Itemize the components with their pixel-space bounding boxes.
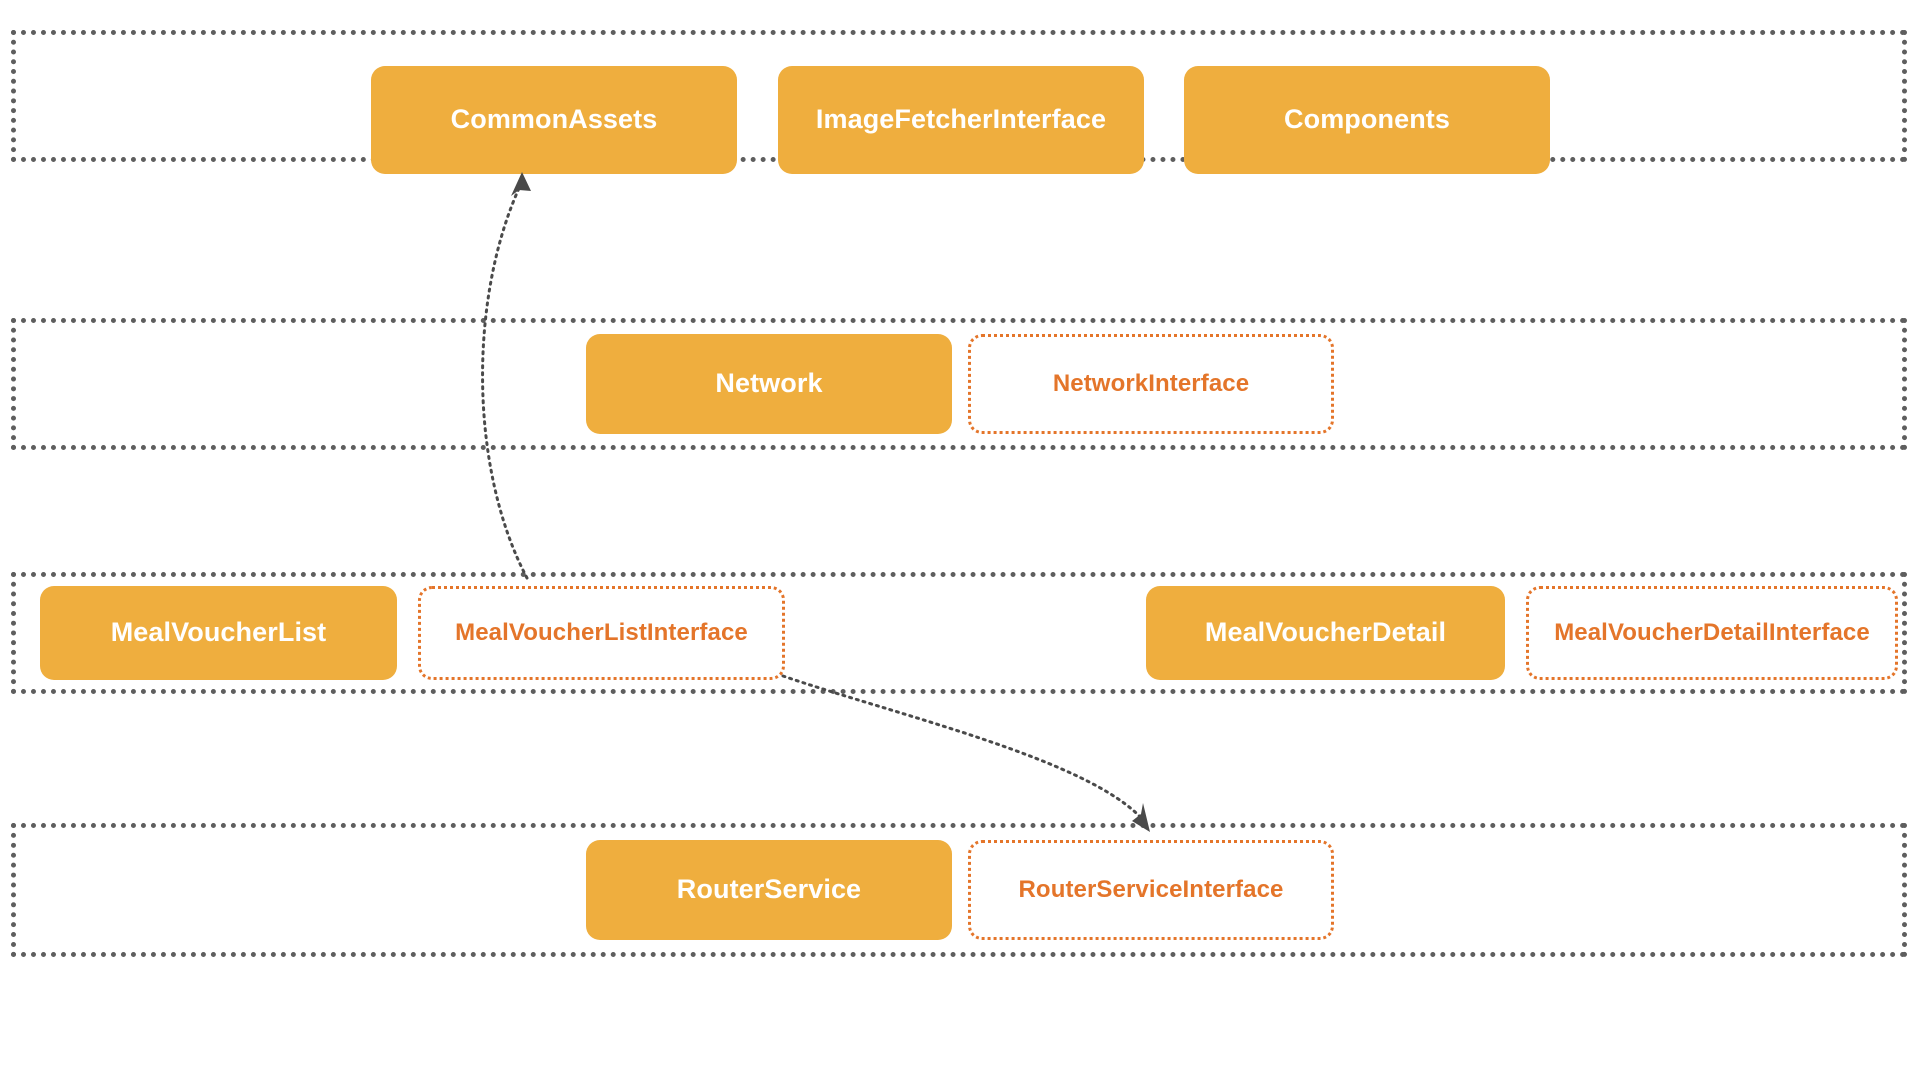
node-meal-voucher-detail[interactable]: MealVoucherDetail [1146,586,1505,680]
node-components[interactable]: Components [1184,66,1550,174]
node-label-image-fetcher-interface: ImageFetcherInterface [815,104,1107,135]
node-meal-voucher-list[interactable]: MealVoucherList [40,586,397,680]
node-label-meal-voucher-list-interface: MealVoucherListInterface [455,619,748,647]
layer-router [11,823,1907,957]
node-image-fetcher-interface[interactable]: ImageFetcherInterface [778,66,1144,174]
node-label-common-assets: CommonAssets [450,104,658,135]
node-label-router-service-interface: RouterServiceInterface [1018,876,1284,904]
node-label-meal-voucher-detail-interface: MealVoucherDetailInterface [1554,619,1870,647]
node-label-components: Components [1284,104,1450,135]
node-label-network: Network [715,368,823,399]
diagram-canvas: CommonAssets ImageFetcherInterface Compo… [0,0,1920,1080]
edge-list-to-routerinterface [781,674,1150,832]
node-meal-voucher-detail-interface[interactable]: MealVoucherDetailInterface [1526,586,1898,680]
node-label-network-interface: NetworkInterface [1052,370,1250,398]
node-router-service[interactable]: RouterService [586,840,952,940]
node-network-interface[interactable]: NetworkInterface [968,334,1334,434]
node-meal-voucher-list-interface[interactable]: MealVoucherListInterface [418,586,785,680]
node-label-meal-voucher-list: MealVoucherList [110,617,327,648]
layer-network [11,318,1907,450]
node-label-router-service: RouterService [676,874,862,905]
node-common-assets[interactable]: CommonAssets [371,66,737,174]
node-router-service-interface[interactable]: RouterServiceInterface [968,840,1334,940]
node-network[interactable]: Network [586,334,952,434]
node-label-meal-voucher-detail: MealVoucherDetail [1204,617,1447,648]
